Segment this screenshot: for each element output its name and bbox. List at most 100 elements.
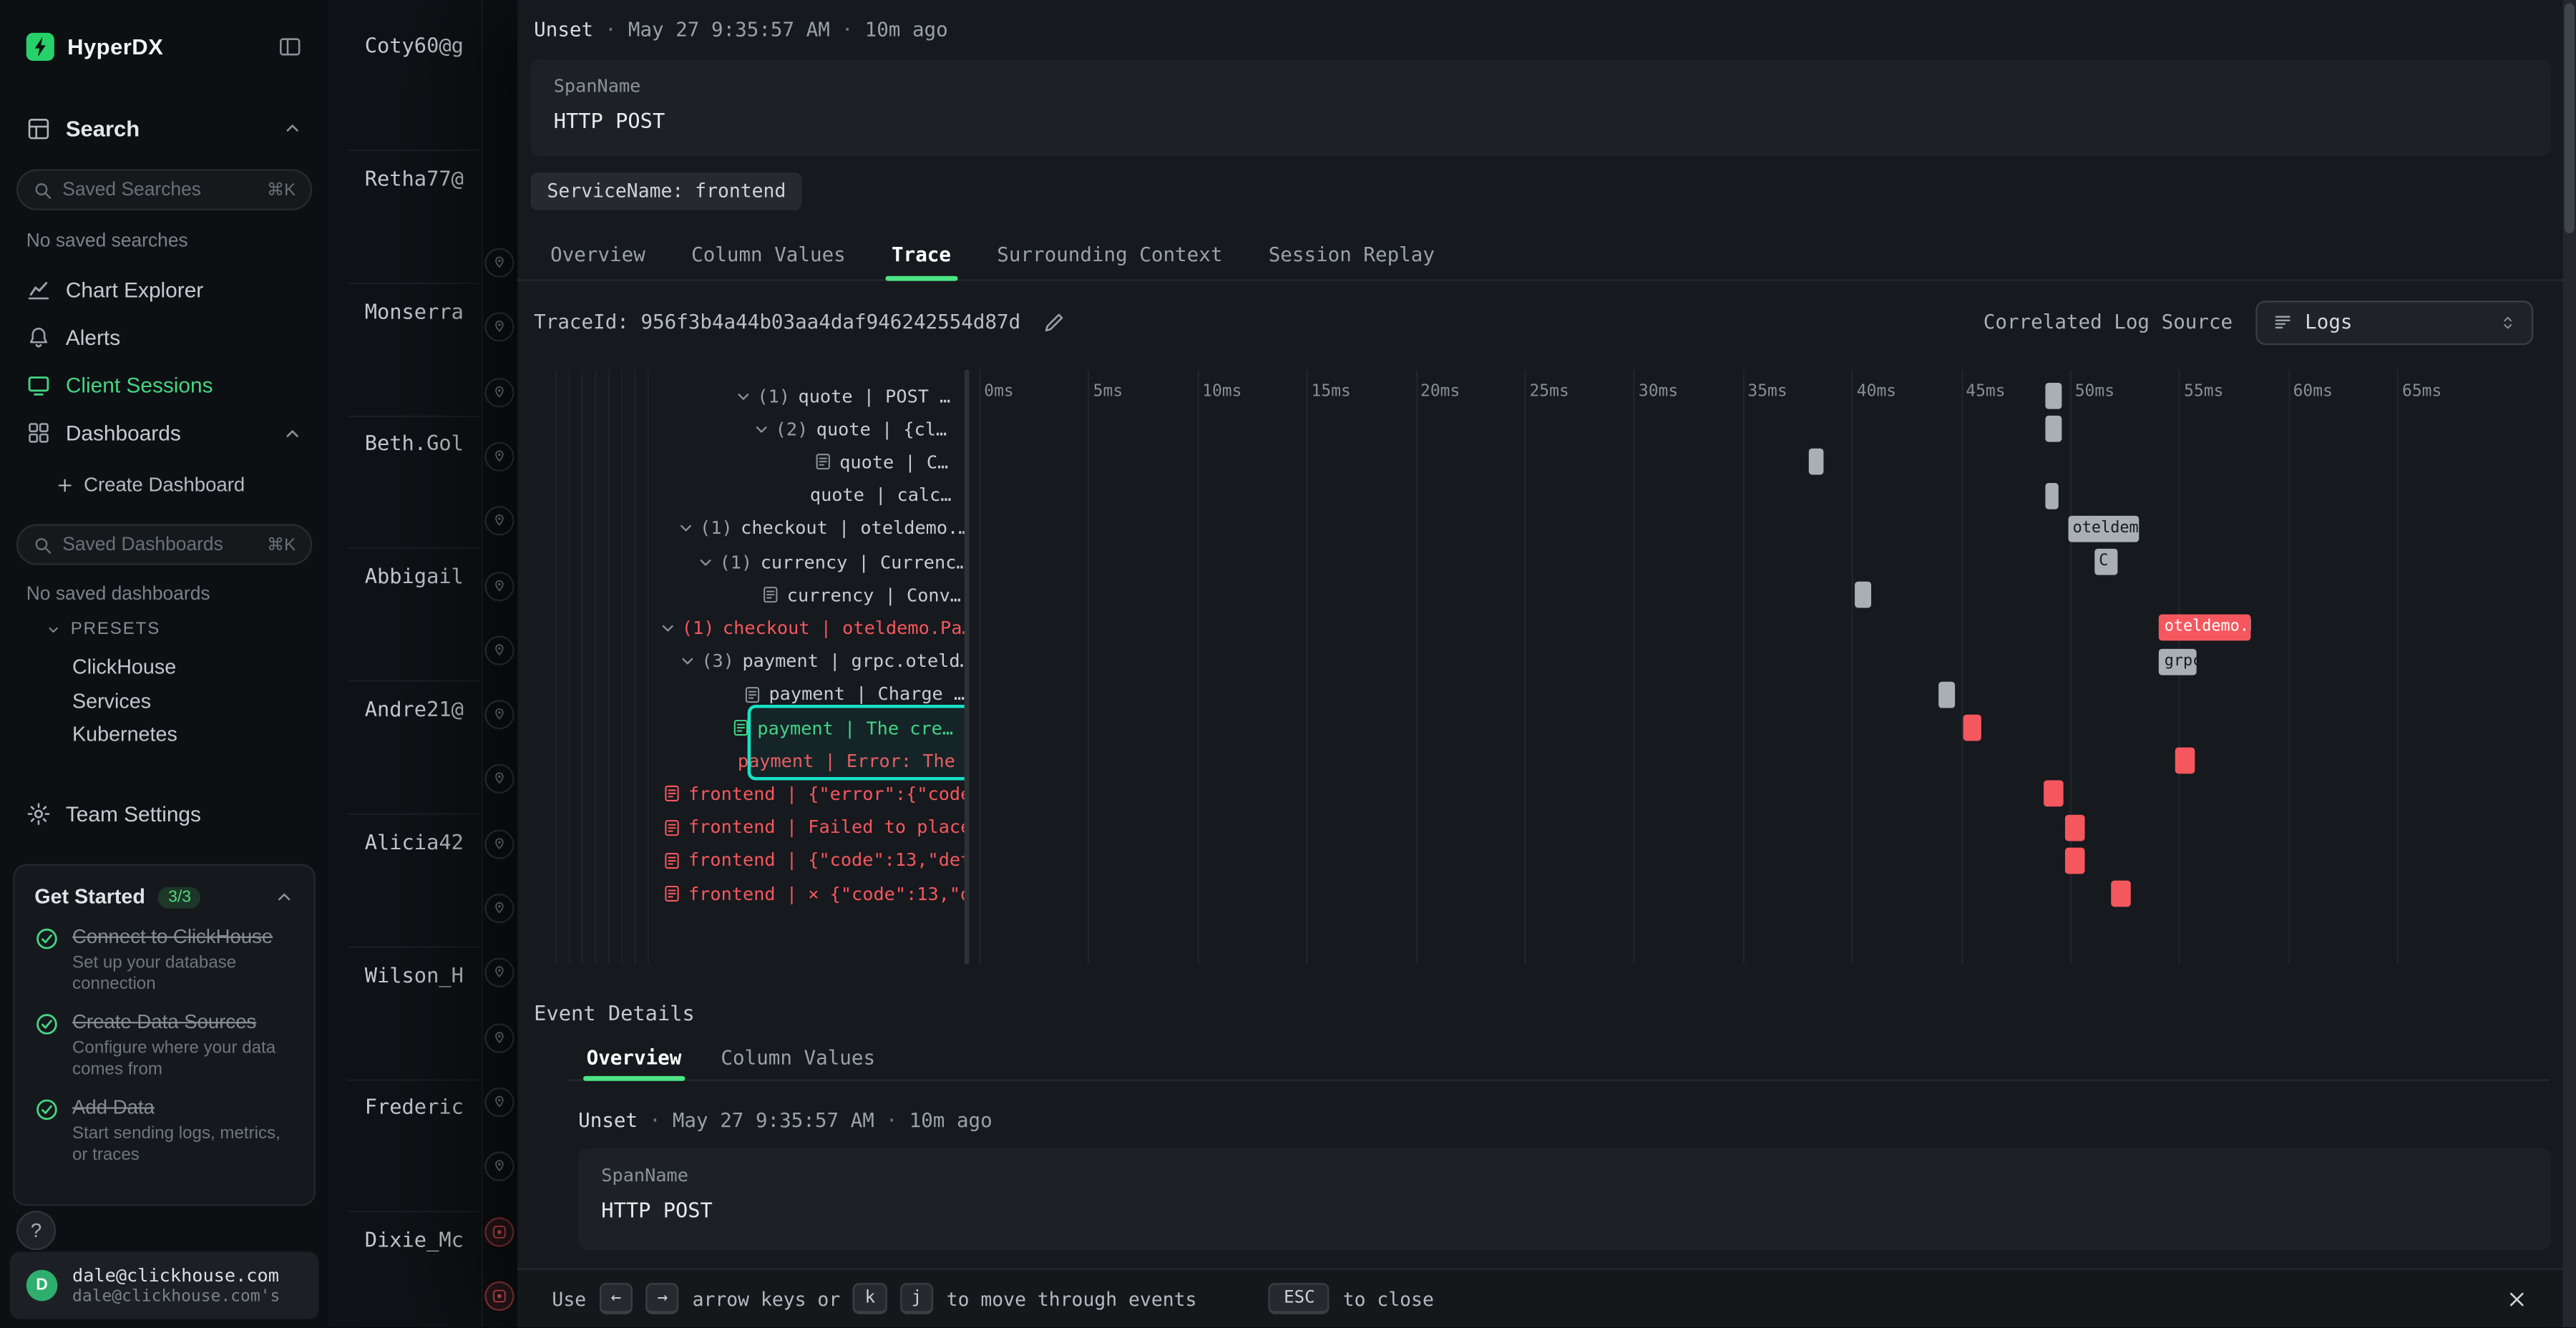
location-pin-icon[interactable] <box>484 507 514 536</box>
location-pin-icon[interactable] <box>484 764 514 794</box>
location-pin-icon[interactable] <box>484 313 514 342</box>
chevron-down-icon[interactable] <box>678 653 696 670</box>
trace-span-bar[interactable] <box>2046 482 2059 509</box>
get-started-item[interactable]: Connect to ClickHouseSet up your databas… <box>34 925 294 994</box>
get-started-item[interactable]: Add DataStart sending logs, metrics, or … <box>34 1095 294 1164</box>
location-pin-icon[interactable] <box>484 571 514 600</box>
chevron-down-icon[interactable] <box>677 519 695 537</box>
trace-span-row[interactable]: (1)quote | POST … <box>550 379 965 412</box>
check-circle-icon <box>34 1012 59 1036</box>
list-item[interactable]: Andre21@ <box>365 696 464 721</box>
trace-span-row[interactable]: (1)checkout | oteldemo.… <box>550 512 965 545</box>
saved-dashboards-input[interactable]: Saved Dashboards ⌘K <box>16 524 312 565</box>
sidebar-item-client-sessions[interactable]: Client Sessions <box>0 361 328 409</box>
sidebar-item-alerts[interactable]: Alerts <box>0 314 328 362</box>
location-pin-icon[interactable] <box>484 829 514 859</box>
trace-span-bar[interactable]: grpc.oteld <box>2160 648 2197 675</box>
location-pin-icon[interactable] <box>484 248 514 278</box>
sidebar-item-kubernetes[interactable]: Kubernetes <box>72 718 316 751</box>
trace-span-bar[interactable] <box>2044 781 2063 807</box>
trace-span-row[interactable]: (1)currency | Currenc… <box>550 545 965 578</box>
tab-surrounding-context[interactable]: Surrounding Context <box>974 228 1245 279</box>
trace-span-bar[interactable] <box>1808 449 1823 476</box>
location-pin-icon[interactable] <box>484 1022 514 1052</box>
scrollbar[interactable] <box>2563 0 2576 1327</box>
trace-span-bar[interactable] <box>2175 748 2194 774</box>
location-pin-icon[interactable] <box>484 894 514 923</box>
trace-span-bar[interactable] <box>2046 383 2061 409</box>
sidebar-item-dashboards[interactable]: Dashboards <box>0 409 328 457</box>
grid-line <box>1415 370 1417 965</box>
scrollbar-thumb[interactable] <box>2565 4 2575 233</box>
sidebar-collapse-icon[interactable] <box>278 34 302 58</box>
list-item[interactable]: Dixie_Mc <box>365 1227 464 1251</box>
location-pin-icon[interactable] <box>484 958 514 987</box>
get-started-header[interactable]: Get Started 3/3 <box>34 885 294 908</box>
tab-trace[interactable]: Trace <box>869 228 974 279</box>
saved-searches-input[interactable]: Saved Searches ⌘K <box>16 169 312 210</box>
search-icon <box>33 180 53 200</box>
search-section-header[interactable]: Search <box>0 105 328 151</box>
trace-span-bar[interactable]: oteldemo.C <box>2068 515 2140 542</box>
log-source-select[interactable]: Logs <box>2255 300 2533 344</box>
sidebar-item-clickhouse[interactable]: ClickHouse <box>72 650 316 684</box>
close-icon[interactable] <box>2505 1287 2528 1310</box>
list-item[interactable]: Alicia42 <box>365 829 464 854</box>
sidebar-item-services[interactable]: Services <box>72 684 316 718</box>
tree-chart-divider[interactable] <box>965 370 970 965</box>
trace-span-row[interactable]: currency | Conv… <box>550 579 965 612</box>
trace-span-row[interactable]: quote | C… <box>550 446 965 479</box>
tab-session-replay[interactable]: Session Replay <box>1246 228 1458 279</box>
location-pin-icon[interactable] <box>484 377 514 406</box>
sidebar-item-team-settings[interactable]: Team Settings <box>0 790 328 836</box>
session-error-icon[interactable] <box>484 1216 514 1246</box>
trace-span-bar[interactable] <box>2046 416 2061 442</box>
trace-span-row[interactable]: quote | calc… <box>550 479 965 512</box>
trace-span-bar[interactable] <box>2112 881 2131 907</box>
chevron-down-icon[interactable] <box>696 553 714 571</box>
list-item[interactable]: Wilson_H <box>365 962 464 986</box>
location-pin-icon[interactable] <box>484 700 514 729</box>
location-pin-icon[interactable] <box>484 441 514 471</box>
list-item[interactable]: Frederic <box>365 1095 464 1119</box>
trace-span-row[interactable]: frontend | {"error":{"code… <box>550 778 965 811</box>
trace-span-row[interactable]: (1)checkout | oteldemo.Pa… <box>550 612 965 645</box>
trace-span-bar[interactable] <box>1939 681 1954 708</box>
sidebar: HyperDX Search Saved Searches ⌘K No save… <box>0 0 330 1327</box>
create-dashboard-button[interactable]: Create Dashboard <box>56 473 245 496</box>
presets-header[interactable]: PRESETS <box>46 620 160 640</box>
session-error-icon[interactable] <box>484 1281 514 1310</box>
trace-span-bar[interactable] <box>2066 847 2085 874</box>
service-name-tag[interactable]: ServiceName: frontend <box>531 172 803 210</box>
tab-overview[interactable]: Overview <box>527 228 668 279</box>
event-details-tab-overview[interactable]: Overview <box>567 1035 701 1079</box>
edit-pencil-icon[interactable] <box>1042 310 1066 334</box>
trace-span-row[interactable]: (2)quote | {cl… <box>550 413 965 446</box>
list-item[interactable]: Monserra <box>365 298 464 323</box>
location-pin-icon[interactable] <box>484 1088 514 1117</box>
list-item[interactable]: Beth.Gol <box>365 431 464 455</box>
trace-span-row[interactable]: frontend | Failed to place… <box>550 811 965 844</box>
list-item[interactable]: Retha77@ <box>365 165 464 190</box>
list-item[interactable]: Coty60@g <box>365 33 464 57</box>
tab-column-values[interactable]: Column Values <box>668 228 869 279</box>
location-pin-icon[interactable] <box>484 1152 514 1181</box>
trace-span-row[interactable]: frontend | {"code":13,"det… <box>550 844 965 877</box>
trace-span-bar[interactable] <box>1963 715 1980 741</box>
chevron-down-icon[interactable] <box>734 387 752 405</box>
help-button[interactable]: ? <box>16 1211 56 1250</box>
location-pin-icon[interactable] <box>484 635 514 665</box>
trace-span-bar[interactable]: C <box>2094 549 2118 575</box>
trace-span-bar[interactable] <box>2066 814 2085 841</box>
get-started-item[interactable]: Create Data SourcesConfigure where your … <box>34 1010 294 1079</box>
event-details-tab-column-values[interactable]: Column Values <box>701 1035 895 1079</box>
chevron-down-icon[interactable] <box>659 619 677 637</box>
trace-span-row[interactable]: frontend | × {"code":13,"d… <box>550 877 965 910</box>
chevron-down-icon[interactable] <box>753 420 771 438</box>
trace-span-bar[interactable] <box>1854 582 1871 608</box>
list-item[interactable]: Abbigail <box>365 564 464 588</box>
trace-span-bar[interactable]: oteldemo.P <box>2160 615 2251 642</box>
user-menu[interactable]: D dale@clickhouse.com dale@clickhouse.co… <box>10 1251 319 1319</box>
sidebar-item-chart-explorer[interactable]: Chart Explorer <box>0 266 328 314</box>
trace-span-row[interactable]: (3)payment | grpc.oteld… <box>550 645 965 678</box>
